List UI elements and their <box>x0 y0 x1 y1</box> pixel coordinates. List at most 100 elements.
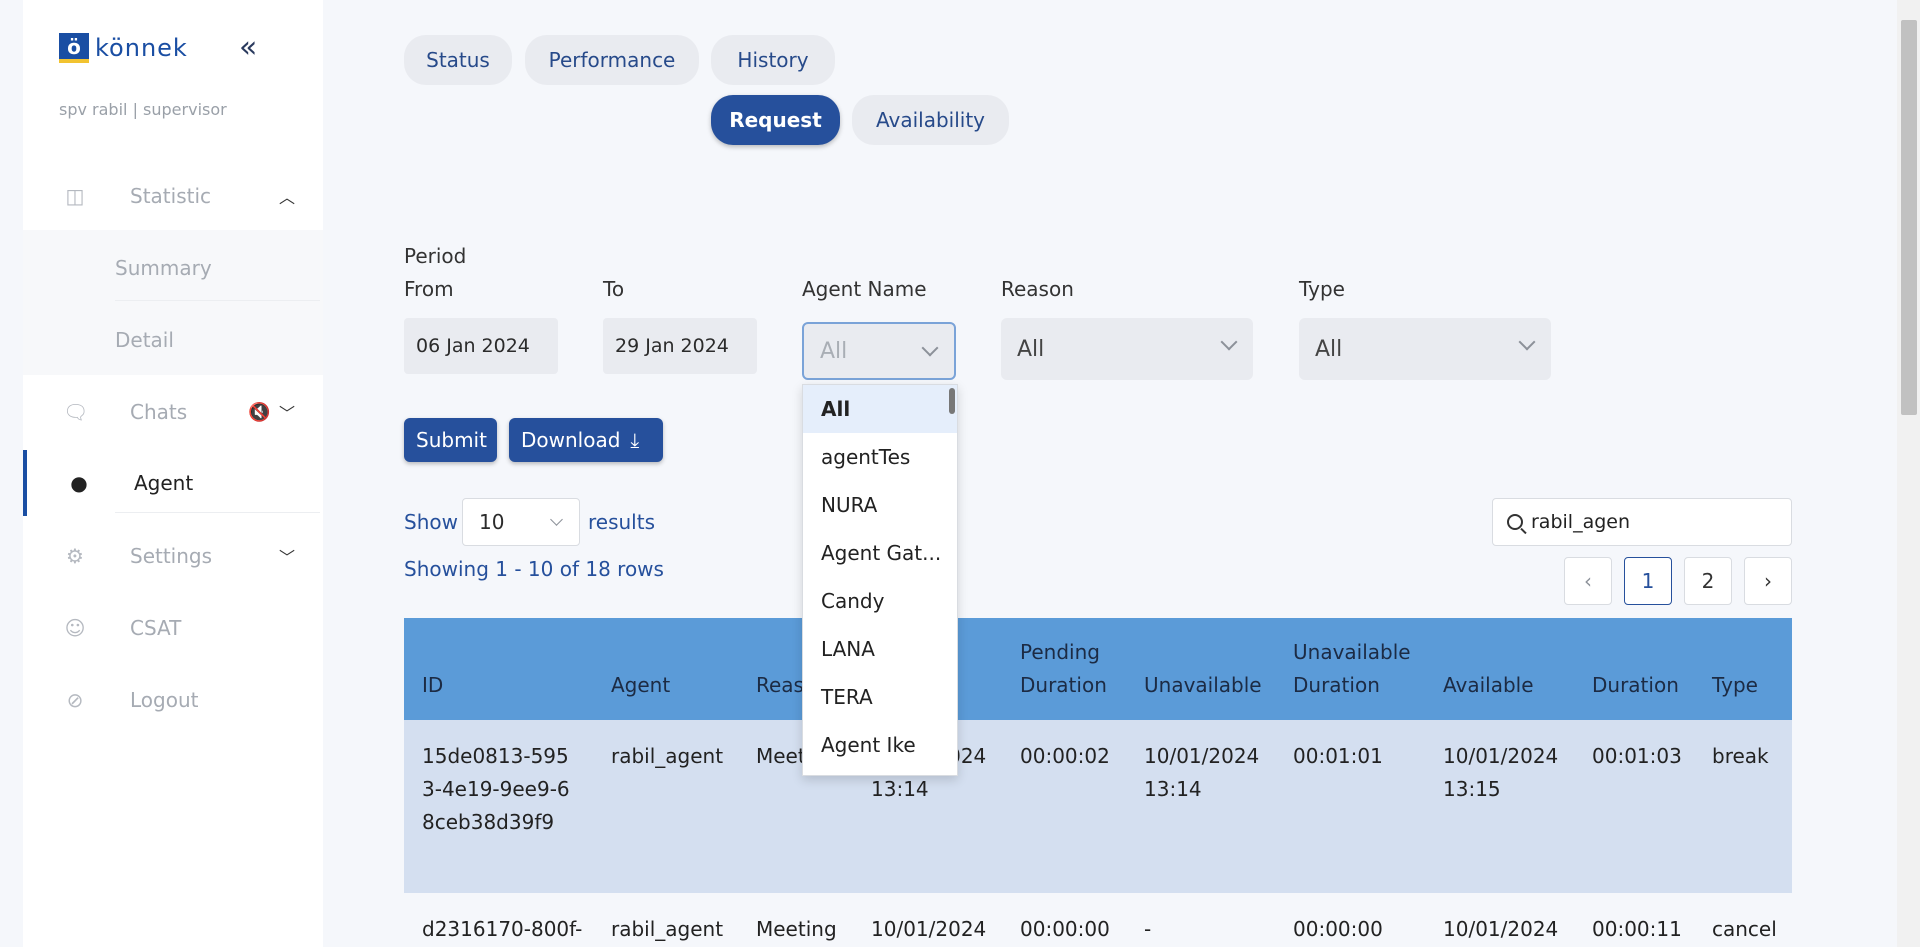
search-box[interactable] <box>1492 498 1792 546</box>
cell-unavailable: - <box>1144 917 1152 941</box>
page-button-2[interactable]: 2 <box>1684 557 1732 605</box>
request-table: ID Agent Reason Pending Duration Unavail… <box>404 618 1792 947</box>
col-header-agent[interactable]: Agent <box>611 669 670 702</box>
cell-unavailable-duration: 00:01:01 <box>1293 744 1383 768</box>
sidebar-item-agent[interactable]: ● Agent <box>23 450 323 516</box>
chevron-down-icon[interactable]: ﹀ <box>279 544 295 568</box>
sidebar-item-logout[interactable]: ⊘ Logout <box>23 667 323 733</box>
tab-availability[interactable]: Availability <box>852 95 1009 145</box>
collapse-sidebar-icon[interactable]: « <box>239 30 257 65</box>
left-gutter <box>0 0 23 947</box>
logo-text: könnek <box>95 34 188 62</box>
agent-name-select[interactable]: All <box>802 322 956 380</box>
page-size-select[interactable]: 10 <box>462 498 580 546</box>
chevron-down-icon <box>921 339 939 357</box>
col-header-unavailable-duration[interactable]: Unavailable Duration <box>1293 636 1413 702</box>
chevron-down-icon[interactable]: ﹀ <box>279 400 295 424</box>
tab-performance[interactable]: Performance <box>525 35 699 85</box>
page-size-value: 10 <box>479 510 505 534</box>
divider <box>115 512 320 513</box>
col-header-id[interactable]: ID <box>422 669 443 702</box>
cell-duration: 00:00:11 <box>1592 917 1682 941</box>
reason-label: Reason <box>1001 277 1074 301</box>
sidebar-item-chats[interactable]: 🗨 Chats 🔇 ﹀ <box>23 379 323 445</box>
dropdown-option[interactable]: Agent Gat... <box>803 529 951 577</box>
type-select-value: All <box>1315 336 1343 362</box>
speaker-muted-icon[interactable]: 🔇 <box>248 402 270 423</box>
columns-icon: ◫ <box>65 184 85 208</box>
page-scrollbar[interactable] <box>1897 0 1920 947</box>
dropdown-option[interactable]: TERA <box>803 673 951 721</box>
sidebar-item-csat[interactable]: ☺ CSAT <box>23 595 323 661</box>
cell-unavailable: 10/01/2024 13:14 <box>1144 744 1260 801</box>
table-row[interactable]: 15de0813-5953-4e19-9ee9-68ceb38d39f9 rab… <box>404 720 1792 893</box>
cell-reason: Meeting <box>756 917 837 941</box>
dropdown-option[interactable]: agentTes <box>803 433 951 481</box>
cell-requested: 10/01/2024 <box>871 917 987 941</box>
scrollbar-thumb[interactable] <box>1901 20 1917 415</box>
cell-id: d2316170-800f- <box>422 917 583 941</box>
cell-pending-duration: 00:00:02 <box>1020 744 1110 768</box>
to-date-field[interactable]: 29 Jan 2024 <box>603 318 757 374</box>
next-page-button[interactable]: › <box>1744 557 1792 605</box>
sidebar-item-settings[interactable]: ⚙ Settings ﹀ <box>23 523 323 589</box>
col-header-pending-duration[interactable]: Pending Duration <box>1020 636 1130 702</box>
dropdown-option[interactable]: NURA <box>803 481 951 529</box>
col-header-duration[interactable]: Duration <box>1592 669 1679 702</box>
agent-name-dropdown[interactable]: All agentTes NURA Agent Gat... Candy LAN… <box>802 384 958 776</box>
cell-type: break <box>1712 744 1769 768</box>
gear-icon: ⚙ <box>66 544 84 568</box>
dropdown-scrollbar[interactable] <box>949 388 955 414</box>
submit-button[interactable]: Submit <box>404 418 497 462</box>
logo-mark: ö <box>59 33 89 63</box>
dropdown-option[interactable]: All <box>803 385 957 433</box>
search-icon <box>1507 514 1523 530</box>
page-button-1[interactable]: 1 <box>1624 557 1672 605</box>
cell-type: cancel <box>1712 917 1777 941</box>
brand-logo[interactable]: ö könnek <box>59 33 188 63</box>
dropdown-option[interactable]: Agent Ike <box>803 721 951 769</box>
from-date-field[interactable]: 06 Jan 2024 <box>404 318 558 374</box>
table-row[interactable]: d2316170-800f- rabil_agent Meeting 10/01… <box>404 893 1792 947</box>
agent-select-value: All <box>820 338 848 364</box>
sidebar-item-label: Settings <box>130 544 213 568</box>
reason-select-value: All <box>1017 336 1045 362</box>
cell-unavailable-duration: 00:00:00 <box>1293 917 1383 941</box>
sidebar-item-label: Chats <box>130 400 188 424</box>
agent-name-label: Agent Name <box>802 277 927 301</box>
tab-status[interactable]: Status <box>404 35 512 85</box>
sidebar-item-label: Logout <box>130 688 199 712</box>
sidebar-item-statistic[interactable]: ◫ Statistic ︿ <box>23 163 323 229</box>
cell-duration: 00:01:03 <box>1592 744 1682 768</box>
sidebar-item-label: Agent <box>134 471 194 495</box>
chevron-down-icon <box>1220 333 1238 351</box>
to-label: To <box>603 277 625 301</box>
download-button[interactable]: Download ⤓ <box>509 418 663 462</box>
dropdown-option[interactable]: LANA <box>803 625 951 673</box>
user-role-label: spv rabil | supervisor <box>59 100 227 119</box>
tab-history[interactable]: History <box>711 35 835 85</box>
show-label: Show <box>404 510 458 534</box>
person-icon: ● <box>70 471 88 495</box>
col-header-available[interactable]: Available <box>1443 669 1534 702</box>
submenu-item-summary[interactable]: Summary <box>115 256 212 280</box>
dropdown-option[interactable]: Candy <box>803 577 951 625</box>
submenu-item-detail[interactable]: Detail <box>115 328 174 352</box>
period-label: Period <box>404 244 467 268</box>
chat-bubbles-icon: 🗨 <box>63 400 89 424</box>
reason-select[interactable]: All <box>1001 318 1253 380</box>
cell-agent: rabil_agent <box>611 744 724 768</box>
cell-pending-duration: 00:00:00 <box>1020 917 1110 941</box>
col-header-type[interactable]: Type <box>1712 669 1758 702</box>
cell-agent: rabil_agent <box>611 917 724 941</box>
cell-available: 10/01/2024 <box>1443 917 1559 941</box>
tab-request[interactable]: Request <box>711 95 840 145</box>
chevron-up-icon[interactable]: ︿ <box>279 184 295 208</box>
type-select[interactable]: All <box>1299 318 1551 380</box>
type-label: Type <box>1299 277 1345 301</box>
search-input[interactable] <box>1531 511 1771 533</box>
sidebar: ö könnek « spv rabil | supervisor ◫ Stat… <box>23 0 323 947</box>
prev-page-button[interactable]: ‹ <box>1564 557 1612 605</box>
col-header-unavailable[interactable]: Unavailable <box>1144 669 1262 702</box>
chevron-down-icon <box>1518 333 1536 351</box>
